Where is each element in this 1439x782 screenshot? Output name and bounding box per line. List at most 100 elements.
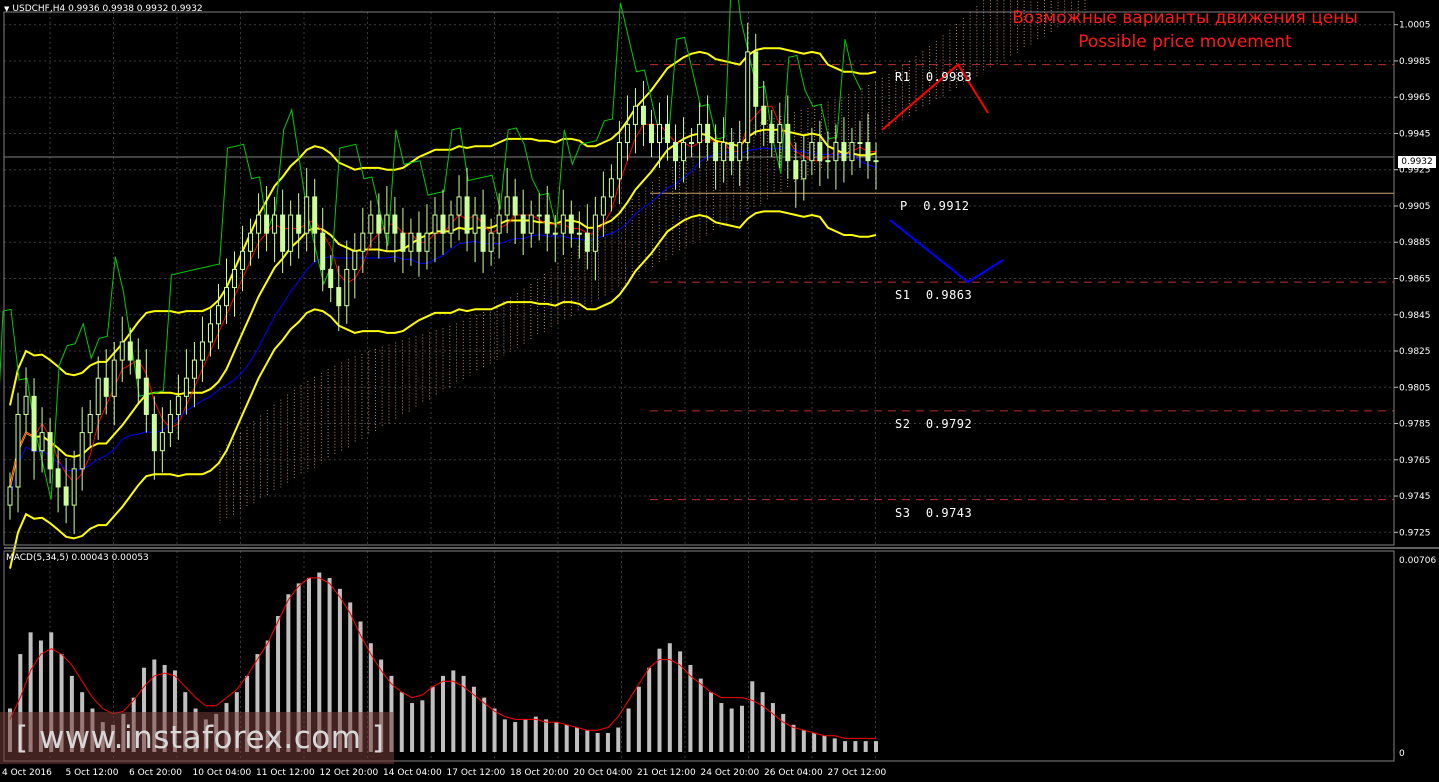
macd-axis-max: 0.00706 bbox=[1399, 556, 1436, 566]
candle-body bbox=[496, 214, 502, 234]
time-tick-label: 20 Oct 04:00 bbox=[574, 768, 633, 778]
title-ru: Возможные варианты движения цены bbox=[1012, 8, 1358, 28]
candle-body bbox=[472, 214, 478, 234]
macd-bar bbox=[533, 716, 538, 752]
macd-bar bbox=[874, 741, 878, 752]
macd-bar bbox=[739, 705, 744, 752]
candle-body bbox=[328, 268, 334, 289]
candle-body bbox=[15, 413, 21, 488]
candle-body bbox=[657, 123, 662, 144]
candle-body bbox=[224, 287, 229, 307]
candle-body bbox=[296, 214, 302, 234]
price-tick-label: 0.9845 bbox=[1399, 311, 1431, 321]
candle-body bbox=[857, 142, 863, 145]
candle-body bbox=[103, 377, 109, 397]
macd-bar bbox=[441, 675, 445, 752]
price-tick-label: 1.0005 bbox=[1399, 21, 1431, 31]
candle-body bbox=[809, 142, 815, 162]
time-tick-label: 6 Oct 20:00 bbox=[129, 768, 182, 778]
level-s1-label: S1 0.9863 bbox=[895, 288, 973, 302]
candle-body bbox=[55, 468, 61, 488]
candle-body bbox=[352, 250, 358, 270]
price-tick-label: 0.9805 bbox=[1399, 383, 1431, 393]
candle-body bbox=[79, 432, 85, 470]
candle-body bbox=[576, 232, 582, 235]
candle-body bbox=[520, 214, 526, 234]
time-tick-label: 17 Oct 12:00 bbox=[447, 768, 506, 778]
macd-bar bbox=[863, 741, 868, 752]
macd-bar bbox=[399, 692, 404, 752]
watermark: [ www.instaforex.com ] bbox=[0, 712, 394, 764]
candle-body bbox=[256, 214, 262, 234]
candle-body bbox=[504, 196, 510, 216]
candle-body bbox=[39, 432, 45, 452]
price-tick-label: 0.9825 bbox=[1399, 347, 1431, 357]
macd-bar bbox=[843, 741, 848, 752]
candle-body bbox=[729, 142, 735, 162]
candle-body bbox=[336, 287, 342, 307]
candle-body bbox=[464, 196, 470, 234]
candle-body bbox=[560, 214, 566, 234]
candle-body bbox=[288, 214, 294, 252]
candle-body bbox=[584, 232, 590, 252]
macd-bar bbox=[544, 719, 549, 752]
candle-body bbox=[456, 196, 462, 216]
candle-body bbox=[480, 214, 486, 252]
macd-bar bbox=[420, 700, 425, 752]
candle-body bbox=[640, 105, 646, 125]
macd-bar bbox=[801, 730, 806, 752]
candle-body bbox=[408, 232, 414, 252]
candle-body bbox=[384, 214, 390, 234]
candle-body bbox=[207, 323, 213, 343]
candle-body bbox=[544, 214, 550, 234]
macd-bar bbox=[554, 722, 559, 752]
ohlc-values: 0.9936 0.9938 0.9932 0.9932 bbox=[68, 4, 203, 14]
price-tick-label: 0.9785 bbox=[1399, 420, 1431, 430]
chart-canvas: 1.00050.99850.99650.99450.99250.99050.98… bbox=[0, 0, 1439, 778]
candle-body bbox=[512, 196, 518, 216]
candle-body bbox=[304, 196, 310, 234]
macd-bar bbox=[647, 667, 652, 752]
time-tick-label: 10 Oct 04:00 bbox=[193, 768, 252, 778]
candle-body bbox=[697, 123, 703, 144]
macd-bar bbox=[750, 681, 755, 752]
macd-bar bbox=[523, 719, 528, 752]
macd-bar bbox=[688, 664, 693, 752]
candle-body bbox=[801, 160, 807, 180]
candle-body bbox=[448, 214, 454, 234]
candle-body bbox=[825, 160, 831, 163]
macd-bar bbox=[626, 708, 631, 752]
current-price-tag: 0.9932 bbox=[1398, 156, 1436, 168]
candle-body bbox=[191, 359, 197, 379]
macd-bar bbox=[502, 719, 507, 752]
macd-bar bbox=[616, 727, 621, 752]
macd-bar bbox=[812, 732, 817, 752]
macd-bar bbox=[575, 727, 580, 752]
candle-body bbox=[432, 214, 438, 234]
candle-body bbox=[119, 341, 125, 361]
macd-bar bbox=[729, 708, 734, 752]
candle-body bbox=[648, 123, 654, 144]
macd-bar bbox=[585, 730, 590, 752]
annotation-title: Возможные варианты движения цены Possibl… bbox=[990, 6, 1380, 54]
candle-body bbox=[440, 214, 446, 234]
level-r1-label: R1 0.9983 bbox=[895, 70, 973, 84]
level-s3-label: S3 0.9743 bbox=[895, 506, 973, 520]
time-tick-label: 26 Oct 04:00 bbox=[764, 768, 823, 778]
price-tick-label: 0.9765 bbox=[1399, 456, 1431, 466]
candle-body bbox=[665, 123, 671, 144]
candle-body bbox=[7, 486, 13, 506]
indicator-lines bbox=[0, 0, 877, 569]
title-en: Possible price movement bbox=[1078, 32, 1292, 52]
candle-body bbox=[817, 142, 823, 162]
macd-bar bbox=[709, 692, 714, 752]
macd-bar bbox=[760, 692, 765, 752]
candle-body bbox=[833, 142, 839, 162]
price-tick-label: 0.9945 bbox=[1399, 129, 1431, 139]
candle-body bbox=[424, 232, 430, 252]
candle-body bbox=[777, 123, 783, 144]
macd-bar bbox=[636, 686, 641, 752]
symbol-header: ▼ USDCHF,H4 0.9936 0.9938 0.9932 0.9932 bbox=[4, 4, 203, 14]
dropdown-triangle-icon[interactable]: ▼ bbox=[4, 5, 9, 13]
macd-bar bbox=[482, 697, 487, 752]
